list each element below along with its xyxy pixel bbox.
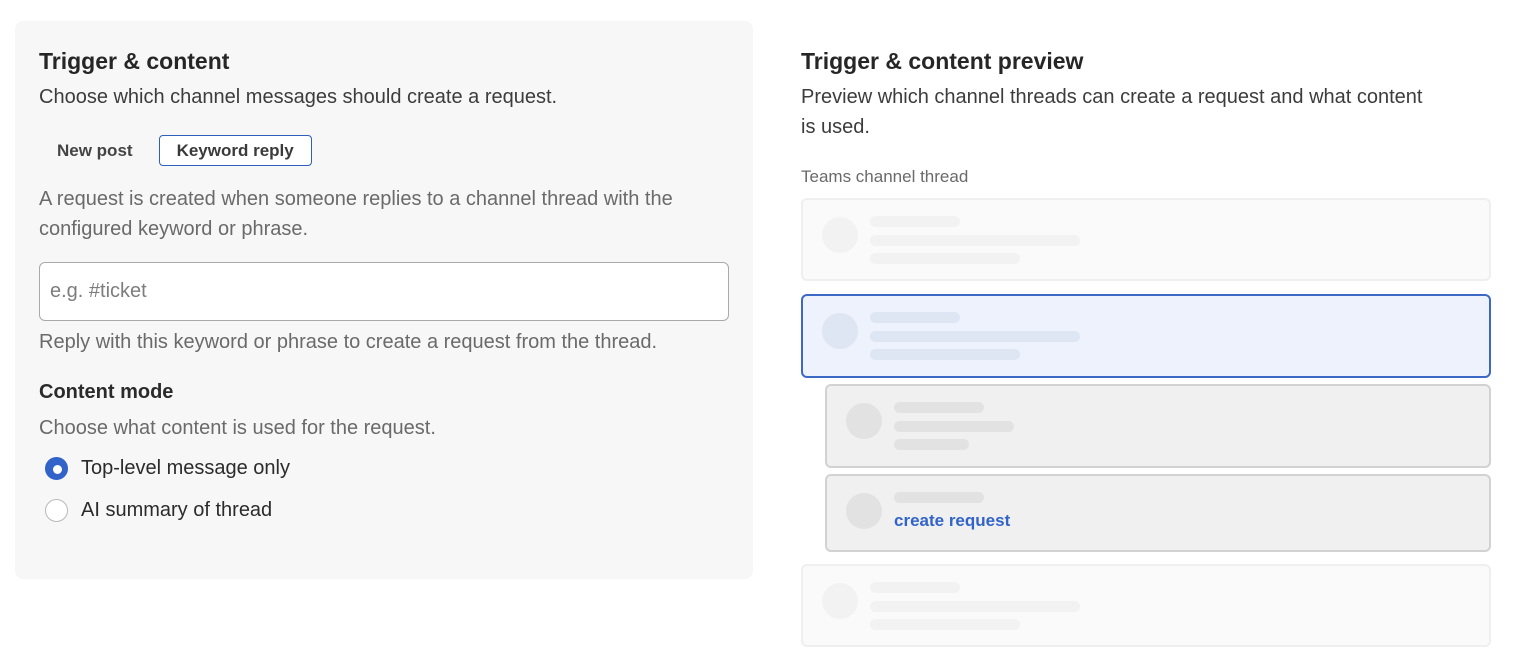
radio-label: AI summary of thread bbox=[81, 499, 273, 521]
tab-keyword-reply[interactable]: Keyword reply bbox=[158, 135, 312, 166]
trigger-description: A request is created when someone replie… bbox=[39, 188, 673, 240]
radio-top-level-message[interactable]: Top-level message only bbox=[45, 452, 729, 485]
trigger-content-card: Trigger & content Choose which channel m… bbox=[15, 21, 753, 579]
avatar bbox=[822, 583, 858, 619]
keyword-input[interactable] bbox=[39, 262, 729, 321]
trigger-tabs: New post Keyword reply bbox=[39, 135, 729, 166]
preview-label: Teams channel thread bbox=[801, 167, 969, 186]
thread-card bbox=[801, 198, 1491, 281]
skeleton-line bbox=[870, 619, 1020, 630]
thread-card bbox=[801, 564, 1491, 647]
content-mode-title: Content mode bbox=[39, 381, 174, 403]
section-title: Trigger & content bbox=[39, 48, 230, 74]
tab-new-post[interactable]: New post bbox=[39, 135, 151, 166]
skeleton-line bbox=[870, 331, 1080, 342]
thread-card-selected[interactable] bbox=[801, 294, 1491, 378]
preview-subtitle: Preview which channel threads can create… bbox=[801, 86, 1423, 138]
skeleton-line bbox=[870, 349, 1020, 360]
radio-label: Top-level message only bbox=[81, 457, 290, 479]
radio-unchecked-icon[interactable] bbox=[45, 499, 68, 522]
skeleton-line bbox=[870, 312, 960, 323]
skeleton-line bbox=[870, 582, 960, 593]
avatar bbox=[822, 217, 858, 253]
thread-reply-card bbox=[825, 384, 1491, 468]
avatar bbox=[846, 403, 882, 439]
create-request-link[interactable]: create request bbox=[894, 511, 1010, 531]
thread-reply-keyword-card: create request bbox=[825, 474, 1491, 552]
skeleton-line bbox=[870, 235, 1080, 246]
skeleton-line bbox=[894, 492, 984, 503]
section-subtitle: Choose which channel messages should cre… bbox=[39, 86, 558, 108]
content-mode-subtitle: Choose what content is used for the requ… bbox=[39, 417, 436, 439]
skeleton-line bbox=[894, 439, 969, 450]
preview-title: Trigger & content preview bbox=[801, 48, 1084, 74]
radio-checked-icon[interactable] bbox=[45, 457, 68, 480]
keyword-hint: Reply with this keyword or phrase to cre… bbox=[39, 331, 658, 353]
avatar bbox=[846, 493, 882, 529]
avatar bbox=[822, 313, 858, 349]
skeleton-line bbox=[870, 216, 960, 227]
skeleton-line bbox=[894, 402, 984, 413]
radio-ai-summary[interactable]: AI summary of thread bbox=[45, 494, 729, 527]
skeleton-line bbox=[870, 253, 1020, 264]
skeleton-line bbox=[870, 601, 1080, 612]
preview-panel: Trigger & content preview Preview which … bbox=[801, 45, 1491, 188]
skeleton-line bbox=[894, 421, 1014, 432]
